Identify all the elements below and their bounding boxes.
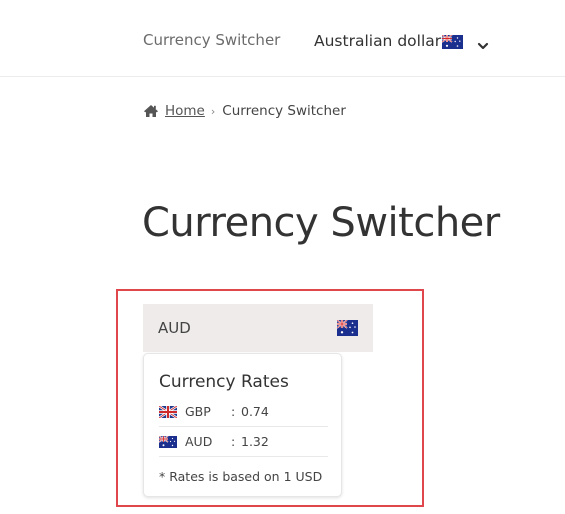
site-header: Currency Switcher Australian dollar [0, 0, 565, 77]
nav-link-currency-switcher[interactable]: Currency Switcher [143, 31, 280, 49]
currency-select-value: AUD [158, 319, 191, 337]
breadcrumb-current: Currency Switcher [222, 103, 346, 119]
rate-code: GBP [185, 404, 211, 419]
rate-value: 0.74 [241, 404, 269, 419]
rate-row-gbp: GBP : 0.74 [158, 397, 328, 427]
rates-card-title: Currency Rates [159, 372, 289, 392]
breadcrumb: Home › Currency Switcher [143, 101, 346, 121]
currency-rates-card: Currency Rates GBP : 0.74 AUD: 1.32 * R… [143, 353, 342, 497]
breadcrumb-home-link[interactable]: Home [165, 103, 205, 119]
uk-flag-icon [158, 404, 178, 419]
currency-select[interactable]: AUD [143, 304, 373, 352]
rates-footnote: * Rates is based on 1 USD [159, 469, 323, 484]
rate-separator: : [231, 404, 236, 419]
rate-row-aud: AUD : 1.32 [158, 427, 328, 457]
rate-code: AUD [185, 434, 213, 449]
rate-separator: : [231, 434, 236, 449]
rate-value: 1.32 [241, 434, 269, 449]
australia-flag-icon [441, 34, 464, 49]
home-icon [143, 104, 159, 118]
australia-flag-icon [158, 434, 177, 448]
page-title: Currency Switcher [142, 200, 500, 246]
currency-selector-label: Australian dollar [314, 32, 442, 50]
currency-selector-dropdown[interactable]: Australian dollar [314, 30, 489, 52]
breadcrumb-separator: › [210, 104, 216, 118]
chevron-down-icon[interactable] [477, 36, 489, 50]
australia-flag-icon [336, 319, 358, 336]
